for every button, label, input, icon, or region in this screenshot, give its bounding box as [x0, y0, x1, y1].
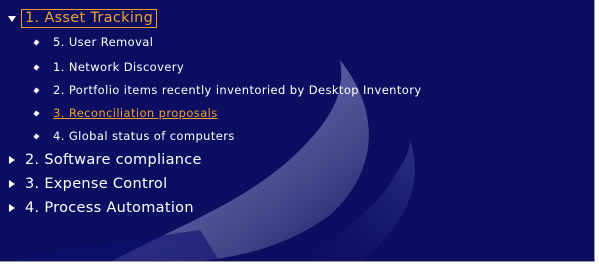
tree-node-label[interactable]: 4. Process Automation	[25, 200, 194, 216]
tree-node-label[interactable]: 1. Asset Tracking	[21, 9, 158, 28]
tree-leaf-label[interactable]: 1. Network Discovery	[53, 60, 184, 74]
tree-leaf-portfolio-items[interactable]: 2. Portfolio items recently inventoried …	[32, 83, 422, 97]
collapsed-arrow-icon[interactable]	[5, 153, 19, 167]
tree-node-label[interactable]: 3. Expense Control	[25, 176, 167, 192]
tree-leaf-label[interactable]: 4. Global status of computers	[53, 129, 235, 143]
tree-leaf-label[interactable]: 5. User Removal	[53, 35, 153, 49]
tree-node-process-automation[interactable]: 4. Process Automation	[5, 200, 194, 216]
bullet-icon	[32, 86, 40, 94]
tree-leaf-reconciliation-proposals[interactable]: 3. Reconciliation proposals	[32, 106, 218, 120]
bullet-icon	[32, 109, 40, 117]
tree-leaf-label[interactable]: 2. Portfolio items recently inventoried …	[53, 83, 422, 97]
collapsed-arrow-icon[interactable]	[5, 201, 19, 215]
tree-leaf-network-discovery[interactable]: 1. Network Discovery	[32, 60, 184, 74]
tree-node-asset-tracking[interactable]: 1. Asset Tracking	[5, 9, 158, 28]
tree-leaf-user-removal[interactable]: 5. User Removal	[32, 35, 153, 49]
tree-leaf-label[interactable]: 3. Reconciliation proposals	[53, 106, 218, 120]
expanded-arrow-icon[interactable]	[5, 12, 19, 26]
tree-node-label[interactable]: 2. Software compliance	[25, 152, 202, 168]
navigation-tree: 1. Asset Tracking 5. User Removal 1. Net…	[0, 0, 594, 261]
tree-node-expense-control[interactable]: 3. Expense Control	[5, 176, 167, 192]
bullet-icon	[32, 63, 40, 71]
bullet-icon	[32, 132, 40, 140]
navigation-tree-panel: 1. Asset Tracking 5. User Removal 1. Net…	[0, 0, 595, 262]
collapsed-arrow-icon[interactable]	[5, 177, 19, 191]
tree-leaf-global-status[interactable]: 4. Global status of computers	[32, 129, 235, 143]
tree-node-software-compliance[interactable]: 2. Software compliance	[5, 152, 202, 168]
bullet-icon	[32, 38, 40, 46]
